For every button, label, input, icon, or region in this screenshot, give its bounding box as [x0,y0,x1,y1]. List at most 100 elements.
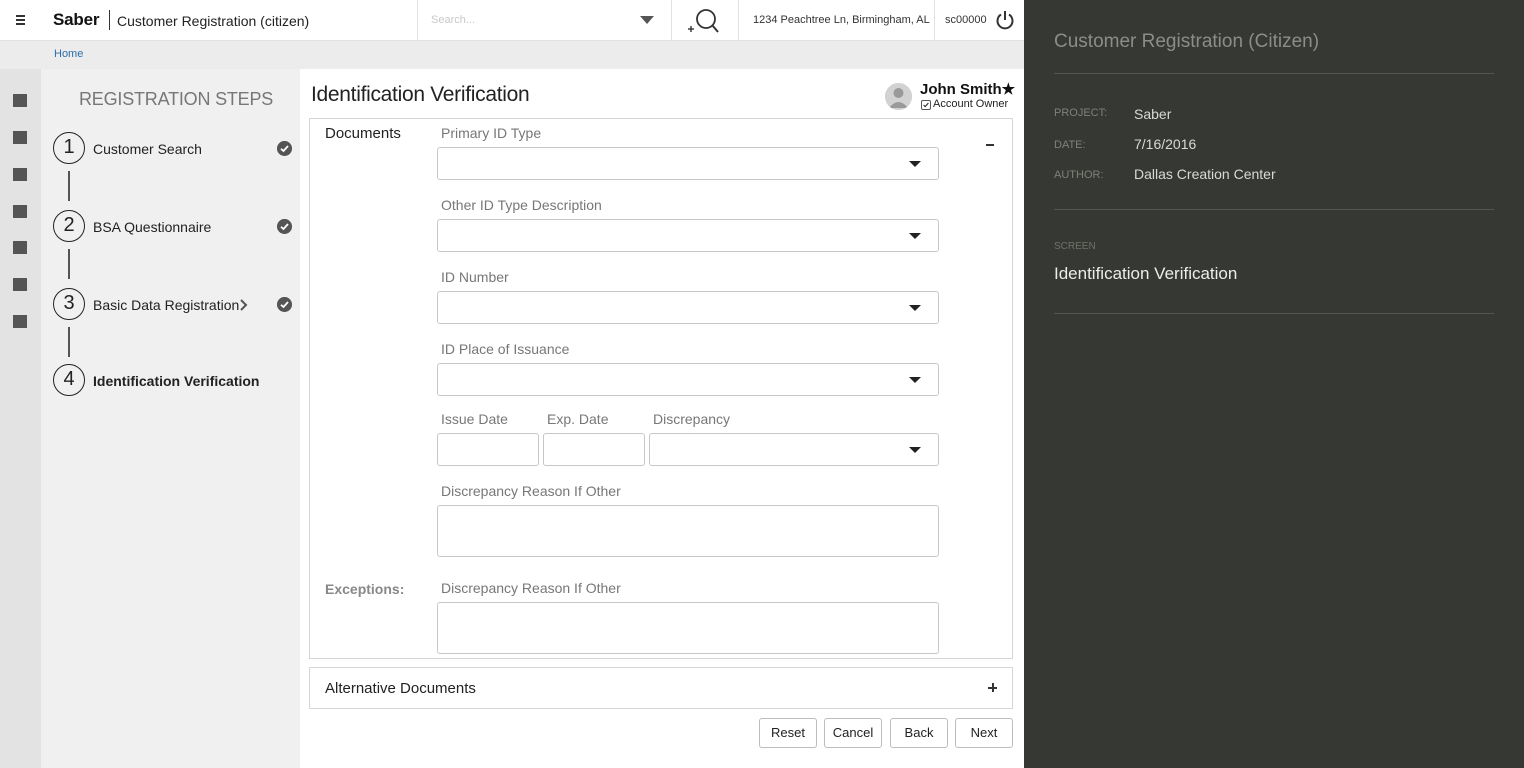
discrepancy-label: Discrepancy [653,411,731,427]
menu-icon[interactable] [14,12,28,26]
step-connector [68,327,70,357]
customer-name: John Smith★ [920,81,1016,98]
nav-square-icon[interactable] [13,168,27,181]
brand-name: Saber [53,10,100,29]
exceptions-label: Exceptions: [325,581,405,597]
divider [934,0,935,40]
info-title: Customer Registration (Citizen) [1054,31,1320,52]
search-plus-icon[interactable] [686,7,720,35]
divider [671,0,672,40]
step-connector [68,249,70,279]
search-input[interactable] [425,8,660,32]
icon-rail [0,69,41,768]
step-customer-search[interactable]: 1 Customer Search [53,132,293,166]
step-basic-data-registration[interactable]: 3 Basic Data Registration [53,288,293,322]
brand-divider [109,10,110,30]
next-button[interactable]: Next [955,718,1013,748]
project-key: PROJECT: [1054,107,1108,119]
issue-date-input[interactable] [437,433,539,466]
other-id-type-description-label: Other ID Type Description [441,197,602,213]
check-circle-icon [277,141,292,156]
nav-square-icon[interactable] [13,131,27,144]
exp-date-label: Exp. Date [547,411,609,427]
step-connector [68,171,70,201]
check-circle-icon [277,297,292,312]
date-key: DATE: [1054,139,1086,151]
divider [417,0,418,40]
divider [1054,209,1494,210]
id-place-of-issuance-select[interactable] [437,363,939,396]
divider [1054,73,1494,74]
account-owner-label: Account Owner [933,98,1009,110]
other-id-type-description-select[interactable] [437,219,939,252]
app-title: Customer Registration (citizen) [117,13,310,29]
step-number: 3 [53,288,85,320]
step-bsa-questionnaire[interactable]: 2 BSA Questionnaire [53,210,293,244]
primary-id-type-label: Primary ID Type [441,125,542,141]
nav-square-icon[interactable] [13,94,27,107]
app-area: Saber Customer Registration (citizen) 12… [0,0,1024,768]
discrepancy-reason-label: Discrepancy Reason If Other [441,483,621,499]
exceptions-reason-textarea[interactable] [437,602,939,654]
date-value: 7/16/2016 [1134,136,1197,152]
author-value: Dallas Creation Center [1134,166,1276,182]
documents-title: Documents [325,125,401,142]
page-title: Identification Verification [311,83,530,106]
top-bar: Saber Customer Registration (citizen) 12… [0,0,1024,41]
account-owner-checkbox[interactable] [921,100,931,110]
back-button[interactable]: Back [890,718,948,748]
check-circle-icon [277,219,292,234]
step-label: Customer Search [93,141,202,157]
author-key: AUTHOR: [1054,169,1104,181]
nav-square-icon[interactable] [13,241,27,254]
step-number: 2 [53,210,85,242]
id-number-label: ID Number [441,269,509,285]
search-dropdown-icon[interactable] [640,16,654,24]
nav-square-icon[interactable] [13,205,27,218]
chevron-right-icon [240,299,248,311]
issue-date-label: Issue Date [441,411,508,427]
id-number-select[interactable] [437,291,939,324]
chevron-down-icon [909,161,921,167]
reset-button[interactable]: Reset [759,718,817,748]
chevron-down-icon [909,377,921,383]
documents-panel: Documents Primary ID Type Other ID Type … [309,118,1013,659]
info-panel: Customer Registration (Citizen) PROJECT:… [1024,0,1524,768]
alternative-documents-title: Alternative Documents [325,680,476,697]
step-identification-verification[interactable]: 4 Identification Verification [53,364,293,398]
registration-steps: REGISTRATION STEPS 1 Customer Search 2 B… [41,69,300,768]
alternative-documents-panel[interactable]: Alternative Documents [309,667,1013,709]
breadcrumb: Home [0,41,1024,69]
chevron-down-icon [909,233,921,239]
nav-square-icon[interactable] [13,315,27,328]
user-id: sc00000 [945,14,987,26]
avatar [885,83,912,110]
id-place-of-issuance-label: ID Place of Issuance [441,341,570,357]
discrepancy-reason-textarea[interactable] [437,505,939,557]
steps-title: REGISTRATION STEPS [79,89,274,109]
cancel-button[interactable]: Cancel [824,718,882,748]
chevron-down-icon [909,447,921,453]
power-icon[interactable] [995,9,1015,31]
expand-icon[interactable] [987,682,999,694]
collapse-icon[interactable] [984,137,996,149]
chevron-down-icon [909,305,921,311]
divider [1054,313,1494,314]
step-number: 1 [53,132,85,164]
main-content: Identification Verification John Smith★ … [300,69,1024,768]
step-label: Identification Verification [93,373,260,389]
discrepancy-select[interactable] [649,433,939,466]
screen-value: Identification Verification [1054,264,1238,283]
step-label: Basic Data Registration [93,297,240,313]
project-value: Saber [1134,106,1172,122]
exceptions-reason-label: Discrepancy Reason If Other [441,580,621,596]
primary-id-type-select[interactable] [437,147,939,180]
step-label: BSA Questionnaire [93,219,212,235]
exp-date-input[interactable] [543,433,645,466]
nav-square-icon[interactable] [13,278,27,291]
location-address: 1234 Peachtree Ln, Birmingham, AL [753,14,930,26]
step-number: 4 [53,364,85,396]
breadcrumb-home-link[interactable]: Home [54,48,83,60]
divider [738,0,739,40]
screen-key: SCREEN [1054,241,1096,252]
